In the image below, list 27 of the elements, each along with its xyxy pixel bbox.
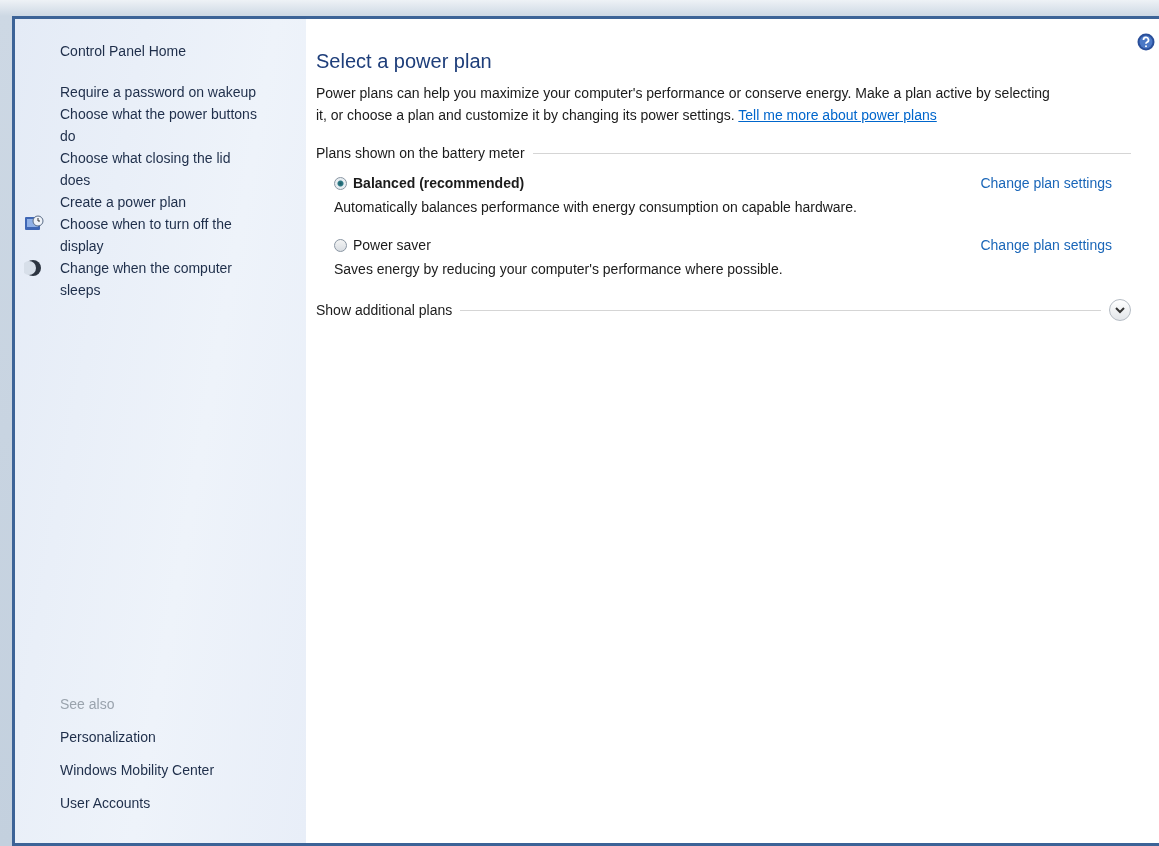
chevron-down-icon bbox=[1115, 306, 1125, 314]
plan-radio[interactable]: Balanced (recommended) bbox=[334, 175, 525, 191]
change-plan-settings-link[interactable]: Change plan settings bbox=[980, 175, 1112, 191]
description-text: Power plans can help you maximize your computer's performance or conserve energy. Make a plan active by selecting it, or choose a plan and customize it by changing its power settings. Tell me more about power plans bbox=[316, 84, 1051, 125]
expand-button[interactable] bbox=[1109, 299, 1131, 321]
additional-plans-label: Show additional plans bbox=[316, 302, 453, 318]
see-also-heading: See also bbox=[60, 695, 116, 714]
plan-description: Saves energy by reducing your computer's performance where possible. bbox=[334, 261, 784, 277]
moon-icon bbox=[24, 259, 42, 277]
sidebar-link[interactable]: User Accounts bbox=[60, 792, 260, 814]
monitor-clock-icon bbox=[24, 215, 44, 233]
sidebar-link[interactable]: Require a password on wakeup bbox=[60, 81, 260, 103]
page-title: Select a power plan bbox=[316, 50, 493, 73]
plan-description: Automatically balances performance with energy consumption on capable hardware. bbox=[334, 199, 858, 215]
help-link[interactable]: Tell me more about power plans bbox=[738, 107, 937, 123]
group-heading: Plans shown on the battery meter bbox=[316, 145, 525, 161]
sidebar-link[interactable]: Create a power plan bbox=[60, 191, 260, 213]
sidebar-link[interactable]: Choose what closing the lid does bbox=[60, 147, 260, 191]
sidebar-link[interactable]: Control Panel Home bbox=[60, 40, 260, 62]
change-plan-settings-link[interactable]: Change plan settings bbox=[980, 237, 1112, 253]
sidebar-link[interactable]: Change when the computer sleeps bbox=[60, 257, 260, 301]
sidebar-link[interactable]: Choose when to turn off the display bbox=[60, 213, 260, 257]
sidebar-link[interactable]: Choose what the power buttons do bbox=[60, 103, 260, 147]
sidebar-link[interactable]: Windows Mobility Center bbox=[60, 759, 260, 781]
plan-radio[interactable]: Power saver bbox=[334, 237, 431, 253]
sidebar-link[interactable]: Personalization bbox=[60, 726, 260, 748]
help-icon[interactable] bbox=[1137, 33, 1155, 51]
